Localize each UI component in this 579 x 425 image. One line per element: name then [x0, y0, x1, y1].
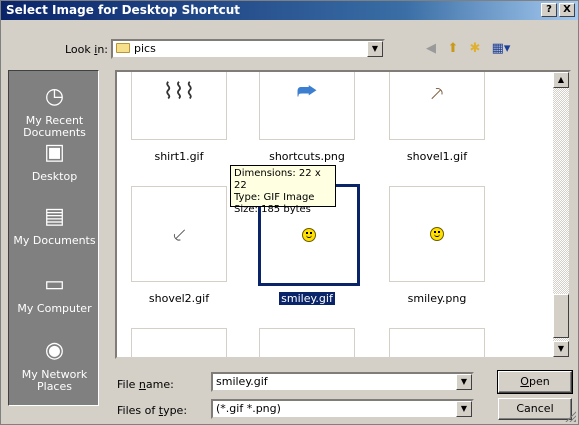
place-my-documents[interactable]: ▤ My Documents	[9, 203, 100, 247]
vertical-scrollbar[interactable]: ▲ ▼	[553, 72, 569, 357]
look-in-value: pics	[134, 42, 156, 55]
file-type-dropdown[interactable]: (*.gif *.png) ▼	[211, 399, 474, 419]
places-bar: ◷ My Recent Documents ▣ Desktop ▤ My Doc…	[8, 70, 99, 406]
shovel-icon: ⸕	[428, 81, 446, 106]
thumbnail-shirt1[interactable]: ⌇⌇⌇	[131, 72, 227, 140]
desktop-icon: ▣	[44, 140, 65, 165]
cancel-button[interactable]: Cancel	[498, 398, 572, 420]
file-name-label[interactable]: shortcuts.png	[247, 150, 367, 163]
thumbnail-shovel1[interactable]: ⸕	[389, 72, 485, 140]
network-places-icon: ◉	[44, 338, 65, 363]
file-name-field-label: File name:	[117, 378, 174, 391]
chevron-down-icon[interactable]: ▼	[456, 401, 472, 417]
open-button[interactable]: Open	[497, 370, 573, 394]
chevron-down-icon[interactable]: ▼	[367, 41, 383, 57]
smiley-icon	[302, 228, 316, 242]
recent-documents-icon: ◷	[44, 84, 65, 109]
scrollbar-thumb[interactable]	[553, 294, 569, 338]
folder-icon	[116, 43, 130, 53]
help-button[interactable]: ?	[541, 3, 557, 17]
resize-grip[interactable]	[564, 410, 576, 422]
thumbnail-partial[interactable]	[131, 328, 227, 357]
place-desktop[interactable]: ▣ Desktop	[9, 139, 100, 183]
place-my-network-places[interactable]: ◉ My Network Places	[9, 337, 100, 393]
shirt-icon: ⌇⌇⌇	[162, 79, 196, 105]
scroll-down-button[interactable]: ▼	[553, 341, 569, 357]
thumbnail-shortcuts[interactable]: ⮫	[259, 72, 355, 140]
file-name-label-selected[interactable]: smiley.gif	[247, 291, 367, 306]
file-info-tooltip: Dimensions: 22 x 22 Type: GIF Image Size…	[230, 165, 336, 215]
select-image-dialog: Select Image for Desktop Shortcut ? X Lo…	[0, 0, 579, 425]
file-type-label: Files of type:	[117, 404, 188, 417]
file-list-view[interactable]: ⌇⌇⌇ shirt1.gif ⮫ shortcuts.png ⸕ shovel1…	[115, 70, 571, 359]
scroll-up-button[interactable]: ▲	[553, 72, 569, 88]
chevron-down-icon[interactable]: ▼	[456, 374, 472, 390]
window-title: Select Image for Desktop Shortcut	[6, 3, 241, 17]
place-my-computer[interactable]: ▭ My Computer	[9, 271, 100, 315]
my-computer-icon: ▭	[44, 272, 65, 297]
file-name-label[interactable]: shovel1.gif	[377, 150, 497, 163]
file-name-input[interactable]: smiley.gif ▼	[211, 372, 474, 392]
file-name-label[interactable]: shirt1.gif	[119, 150, 239, 163]
shortcut-arrow-icon: ⮫	[296, 79, 318, 105]
close-button[interactable]: X	[559, 3, 575, 17]
file-name-label[interactable]: smiley.png	[377, 292, 497, 305]
thumbnail-partial[interactable]	[259, 328, 355, 357]
shovel-icon: ⸔	[170, 223, 188, 248]
up-folder-icon[interactable]: ⬆	[445, 41, 461, 57]
smiley-icon	[430, 227, 444, 241]
new-folder-icon[interactable]: ✱	[467, 41, 483, 57]
place-my-recent-documents[interactable]: ◷ My Recent Documents	[9, 83, 100, 139]
title-bar[interactable]: Select Image for Desktop Shortcut ? X	[1, 1, 578, 20]
thumbnail-shovel2[interactable]: ⸔	[131, 186, 227, 282]
view-menu-icon[interactable]: ▦▾	[489, 41, 513, 57]
file-name-label[interactable]: shovel2.gif	[119, 292, 239, 305]
look-in-dropdown[interactable]: pics ▼	[111, 39, 385, 59]
thumbnail-partial[interactable]	[389, 328, 485, 357]
thumbnail-smiley-png[interactable]	[389, 186, 485, 282]
look-in-label: Look in:	[65, 43, 109, 56]
back-icon[interactable]: ◀	[423, 41, 439, 57]
my-documents-icon: ▤	[44, 204, 65, 229]
